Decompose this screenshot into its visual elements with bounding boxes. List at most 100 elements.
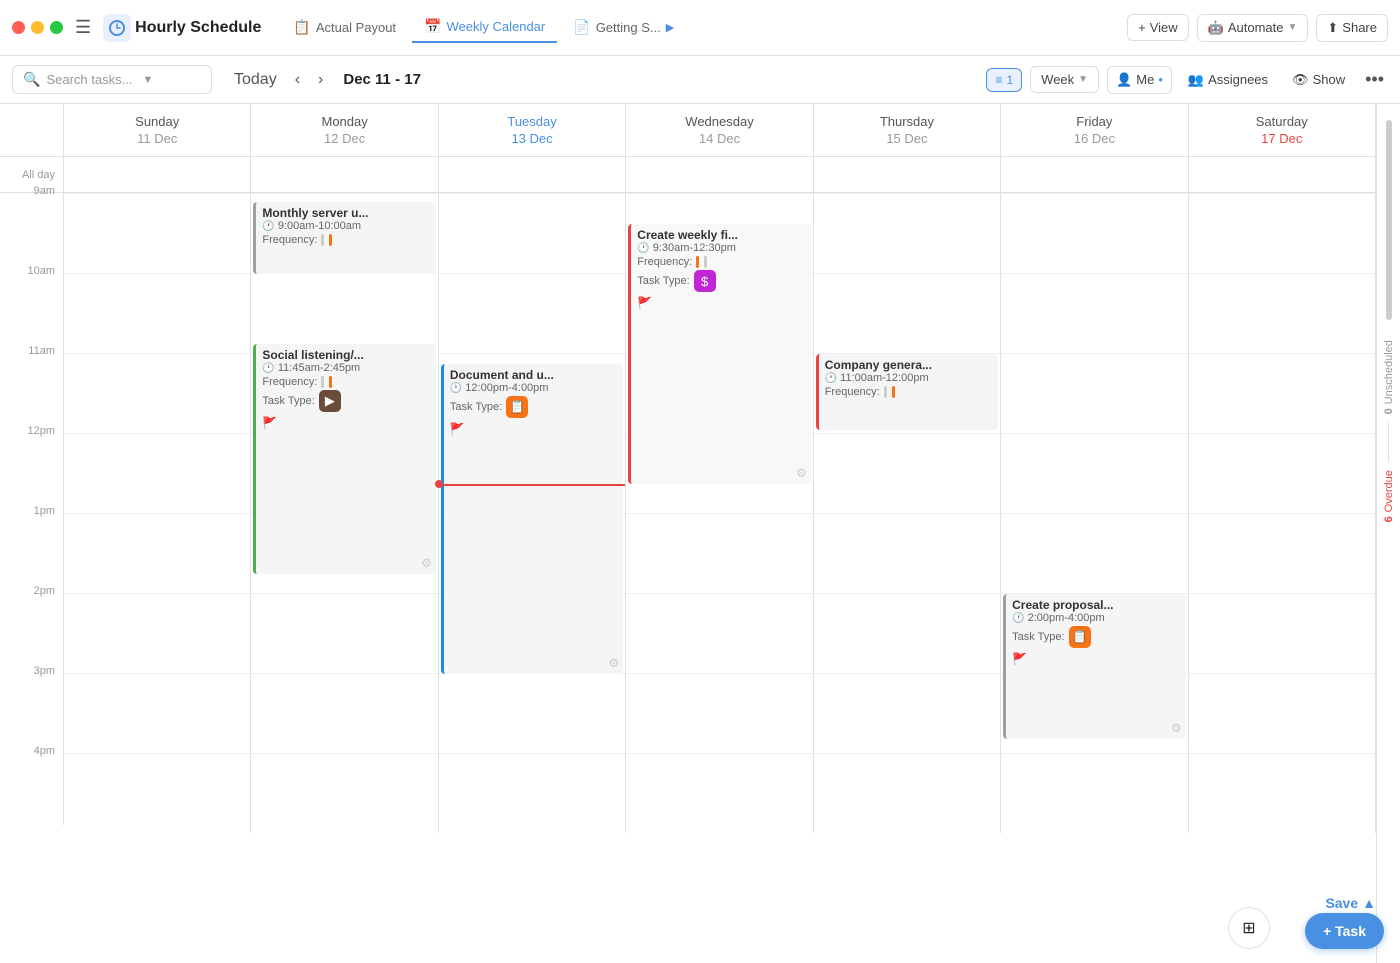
cell-tue-9[interactable] (439, 193, 626, 273)
cell-mon-10[interactable] (251, 273, 438, 353)
cell-sun-11[interactable] (64, 353, 251, 433)
cell-wed-1[interactable] (626, 513, 813, 593)
cell-thu-9[interactable] (814, 193, 1001, 273)
cell-wed-4[interactable] (626, 753, 813, 833)
cell-sat-12[interactable] (1189, 433, 1376, 513)
cell-sun-12[interactable] (64, 433, 251, 513)
day-header-sunday[interactable]: Sunday 11 Dec (64, 104, 251, 156)
allday-friday[interactable] (1001, 157, 1188, 192)
menu-icon[interactable]: ☰ (75, 17, 91, 38)
cell-fri-9[interactable] (1001, 193, 1188, 273)
cell-thu-12[interactable] (814, 433, 1001, 513)
tab-payout[interactable]: 📋 Actual Payout (281, 13, 408, 42)
unscheduled-panel[interactable]: 0 Unscheduled (1383, 332, 1395, 422)
day-header-thursday[interactable]: Thursday 15 Dec (814, 104, 1001, 156)
cell-thu-11[interactable]: Company genera... 🕐11:00am-12:00pm Frequ… (814, 353, 1001, 433)
cell-tue-4[interactable] (439, 753, 626, 833)
cell-sun-3[interactable] (64, 673, 251, 753)
cell-fri-11[interactable] (1001, 353, 1188, 433)
add-task-button[interactable]: + Task (1305, 913, 1384, 949)
automate-button[interactable]: 🤖 Automate ▼ (1197, 14, 1309, 42)
share-button[interactable]: ⬆ Share (1316, 14, 1388, 42)
scrollbar-thumb[interactable] (1386, 120, 1392, 320)
allday-saturday[interactable] (1189, 157, 1376, 192)
cell-wed-9[interactable]: Create weekly fi... 🕐9:30am-12:30pm Freq… (626, 193, 813, 273)
cell-tue-10[interactable] (439, 273, 626, 353)
cell-sat-3[interactable] (1189, 673, 1376, 753)
cell-sun-9[interactable] (64, 193, 251, 273)
prev-button[interactable]: ‹ (289, 69, 306, 91)
assignees-button[interactable]: 👥 Assignees (1180, 67, 1276, 93)
cell-fri-2[interactable]: Create proposal... 🕐2:00pm-4:00pm Task T… (1001, 593, 1188, 673)
cell-mon-11[interactable]: Social listening/... 🕐11:45am-2:45pm Fre… (251, 353, 438, 433)
day-header-friday[interactable]: Friday 16 Dec (1001, 104, 1188, 156)
event-create-proposal[interactable]: Create proposal... 🕐2:00pm-4:00pm Task T… (1003, 594, 1185, 739)
day-header-saturday[interactable]: Saturday 17 Dec (1189, 104, 1376, 156)
allday-tuesday[interactable] (439, 157, 626, 192)
cell-wed-3[interactable] (626, 673, 813, 753)
cell-thu-2[interactable] (814, 593, 1001, 673)
allday-wednesday[interactable] (626, 157, 813, 192)
cell-fri-12[interactable] (1001, 433, 1188, 513)
week-select[interactable]: Week ▼ (1030, 66, 1099, 93)
show-button[interactable]: 👁 Show (1284, 67, 1353, 93)
allday-sunday[interactable] (64, 157, 251, 192)
event-proposal-gear[interactable]: ⚙ (1171, 721, 1182, 735)
event-social-gear[interactable]: ⚙ (421, 556, 432, 570)
event-monthly-server-time: 🕐9:00am-10:00am (262, 220, 429, 232)
clock-icon3: 🕐 (262, 363, 274, 374)
cell-thu-10[interactable] (814, 273, 1001, 353)
cell-sun-1[interactable] (64, 513, 251, 593)
cell-sat-10[interactable] (1189, 273, 1376, 353)
event-document-gear[interactable]: ⚙ (609, 656, 620, 670)
event-monthly-server[interactable]: Monthly server u... 🕐9:00am-10:00am Freq… (253, 202, 435, 274)
next-button[interactable]: › (312, 69, 329, 91)
allday-monday[interactable] (251, 157, 438, 192)
cell-tue-3[interactable] (439, 673, 626, 753)
cell-fri-4[interactable] (1001, 753, 1188, 833)
more-options-button[interactable]: ••• (1361, 65, 1388, 94)
event-create-weekly-gear[interactable]: ⚙ (796, 466, 807, 480)
day-header-monday[interactable]: Monday 12 Dec (251, 104, 438, 156)
cell-sun-10[interactable] (64, 273, 251, 353)
tab-weekly[interactable]: 📅 Weekly Calendar (412, 12, 557, 43)
cell-sun-2[interactable] (64, 593, 251, 673)
overdue-panel[interactable]: 6 Overdue (1383, 462, 1395, 530)
cell-thu-4[interactable] (814, 753, 1001, 833)
cell-mon-9[interactable]: Monthly server u... 🕐9:00am-10:00am Freq… (251, 193, 438, 273)
event-social-listening[interactable]: Social listening/... 🕐11:45am-2:45pm Fre… (253, 344, 435, 574)
maximize-button[interactable] (50, 21, 63, 34)
cell-fri-1[interactable] (1001, 513, 1188, 593)
event-document[interactable]: Document and u... 🕐12:00pm-4:00pm Task T… (441, 364, 623, 674)
me-button[interactable]: 👤 Me • (1107, 66, 1172, 94)
view-button[interactable]: + View (1127, 14, 1189, 41)
cell-thu-3[interactable] (814, 673, 1001, 753)
cell-fri-10[interactable] (1001, 273, 1188, 353)
cell-mon-4[interactable] (251, 753, 438, 833)
cell-sat-4[interactable] (1189, 753, 1376, 833)
save-button[interactable]: Save ▲ (1325, 895, 1376, 911)
close-button[interactable] (12, 21, 25, 34)
today-button[interactable]: Today (228, 69, 283, 91)
cell-sat-2[interactable] (1189, 593, 1376, 673)
cell-mon-2[interactable] (251, 593, 438, 673)
cell-sat-1[interactable] (1189, 513, 1376, 593)
day-header-wednesday[interactable]: Wednesday 14 Dec (626, 104, 813, 156)
cell-thu-1[interactable] (814, 513, 1001, 593)
cell-sat-9[interactable] (1189, 193, 1376, 273)
cell-mon-3[interactable] (251, 673, 438, 753)
event-create-weekly[interactable]: Create weekly fi... 🕐9:30am-12:30pm Freq… (628, 224, 810, 484)
cell-tue-11[interactable]: Document and u... 🕐12:00pm-4:00pm Task T… (439, 353, 626, 433)
cell-sat-11[interactable] (1189, 353, 1376, 433)
allday-thursday[interactable] (814, 157, 1001, 192)
orange-task-icon-doc: 📋 (506, 396, 528, 418)
minimize-button[interactable] (31, 21, 44, 34)
cell-wed-2[interactable] (626, 593, 813, 673)
filter-badge[interactable]: ≡ 1 (986, 68, 1022, 92)
search-box[interactable]: 🔍 Search tasks... ▼ (12, 65, 212, 94)
cell-sun-4[interactable] (64, 753, 251, 833)
tab-getting[interactable]: 📄 Getting S... ▶ (561, 13, 686, 42)
grid-view-button[interactable]: ⊞ (1228, 907, 1270, 949)
event-company-general[interactable]: Company genera... 🕐11:00am-12:00pm Frequ… (816, 354, 998, 430)
day-header-tuesday[interactable]: Tuesday 13 Dec (439, 104, 626, 156)
